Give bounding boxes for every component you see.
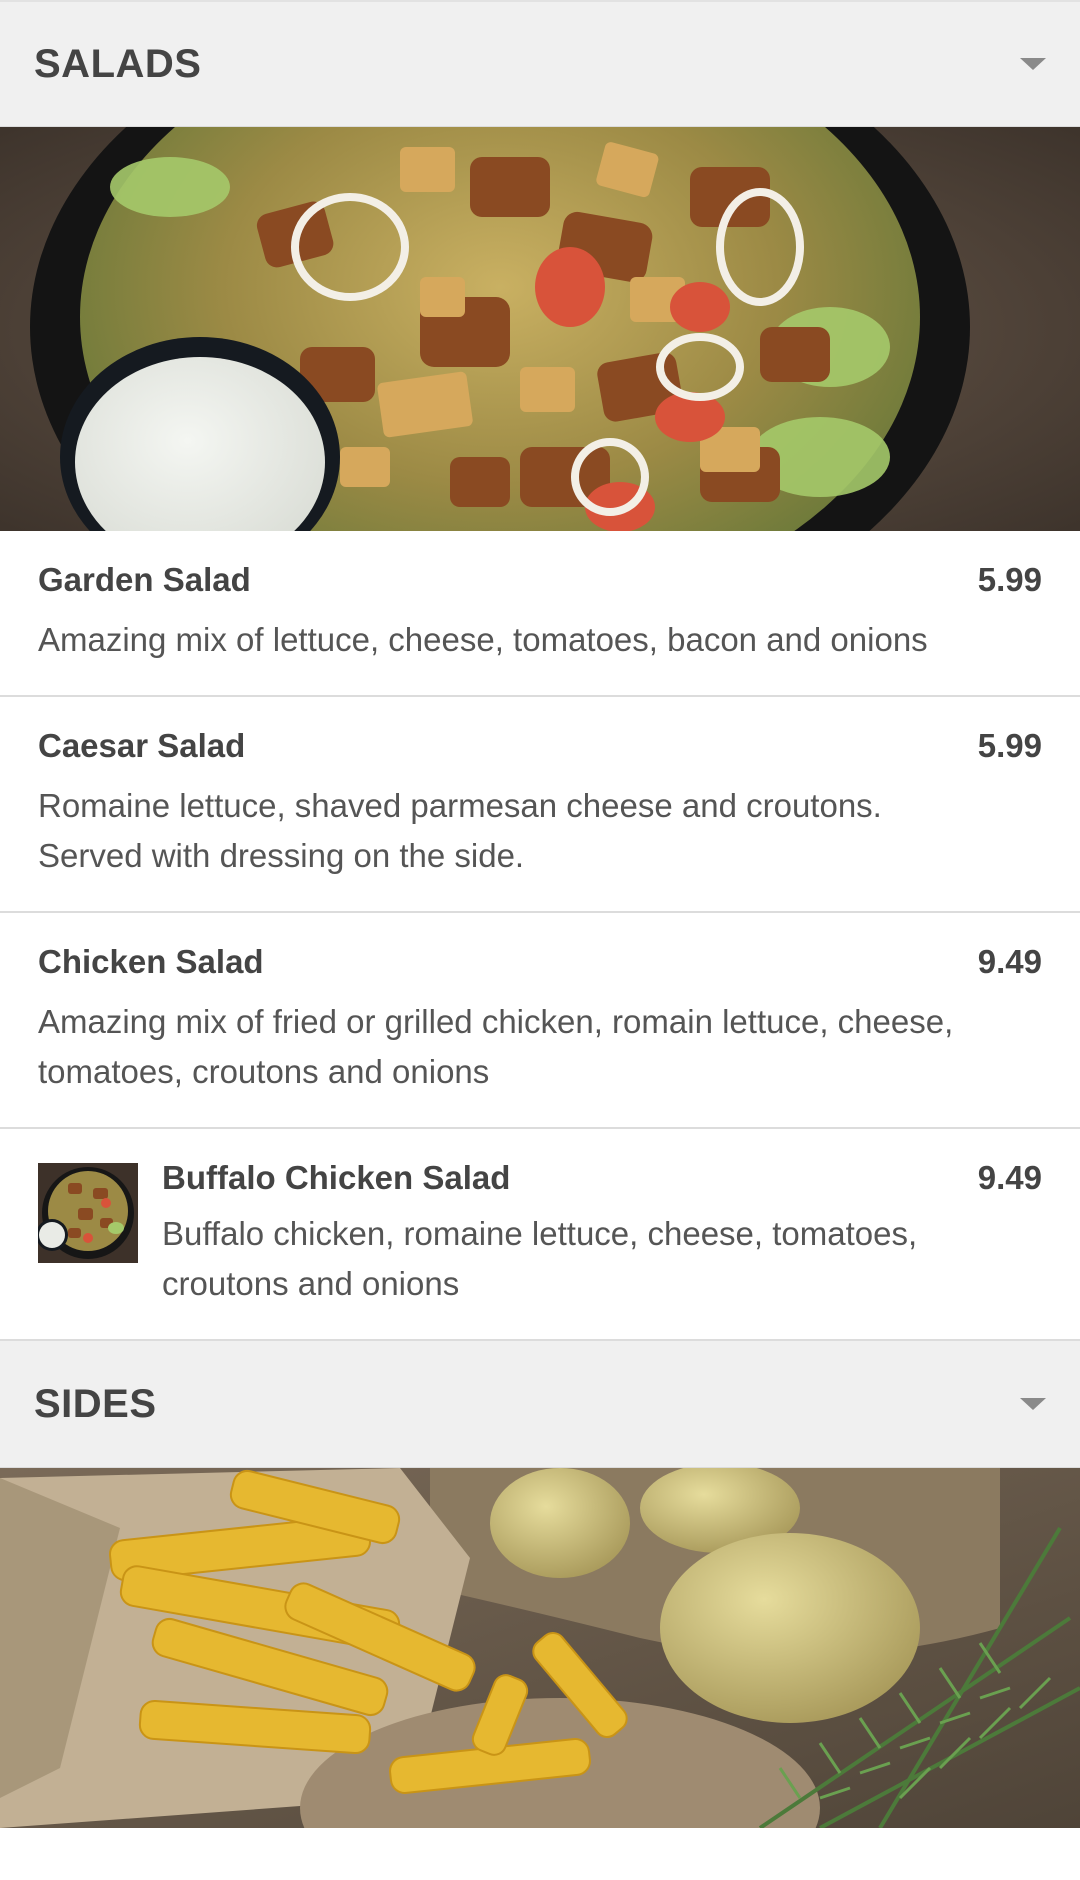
item-name: Caesar Salad bbox=[38, 727, 246, 764]
item-description: Romaine lettuce, shaved parmesan cheese … bbox=[38, 787, 882, 874]
section-title: SIDES bbox=[34, 1381, 157, 1426]
item-description: Amazing mix of lettuce, cheese, tomatoes… bbox=[38, 621, 928, 658]
item-price: 9.49 bbox=[977, 1159, 1042, 1196]
section-title: SALADS bbox=[34, 41, 202, 86]
menu-item-buffalo-chicken-salad[interactable]: Buffalo Chicken Salad 9.49 Buffalo chick… bbox=[0, 1129, 1080, 1341]
item-name: Buffalo Chicken Salad bbox=[162, 1159, 511, 1196]
section-header-salads[interactable]: SALADS bbox=[0, 0, 1080, 127]
menu-item-chicken-salad[interactable]: Chicken Salad 9.49 Amazing mix of fried … bbox=[0, 913, 1080, 1129]
item-thumbnail[interactable] bbox=[38, 1163, 138, 1263]
item-price: 5.99 bbox=[977, 727, 1042, 764]
item-price: 5.99 bbox=[977, 561, 1042, 598]
sides-hero-image bbox=[0, 1468, 1080, 1828]
salads-hero-image bbox=[0, 127, 1080, 531]
chevron-down-icon[interactable] bbox=[1020, 58, 1046, 70]
item-description: Amazing mix of fried or grilled chicken,… bbox=[38, 1003, 954, 1090]
menu-page: SALADS Garden Salad 5.99 Amazing mix of … bbox=[0, 0, 1080, 1880]
item-name: Garden Salad bbox=[38, 561, 251, 598]
item-name: Chicken Salad bbox=[38, 943, 264, 980]
item-description: Buffalo chicken, romaine lettuce, cheese… bbox=[162, 1215, 918, 1302]
section-header-sides[interactable]: SIDES bbox=[0, 1341, 1080, 1468]
menu-item-caesar-salad[interactable]: Caesar Salad 5.99 Romaine lettuce, shave… bbox=[0, 697, 1080, 913]
menu-item-garden-salad[interactable]: Garden Salad 5.99 Amazing mix of lettuce… bbox=[0, 531, 1080, 697]
chevron-down-icon[interactable] bbox=[1020, 1398, 1046, 1410]
item-price: 9.49 bbox=[977, 943, 1042, 980]
